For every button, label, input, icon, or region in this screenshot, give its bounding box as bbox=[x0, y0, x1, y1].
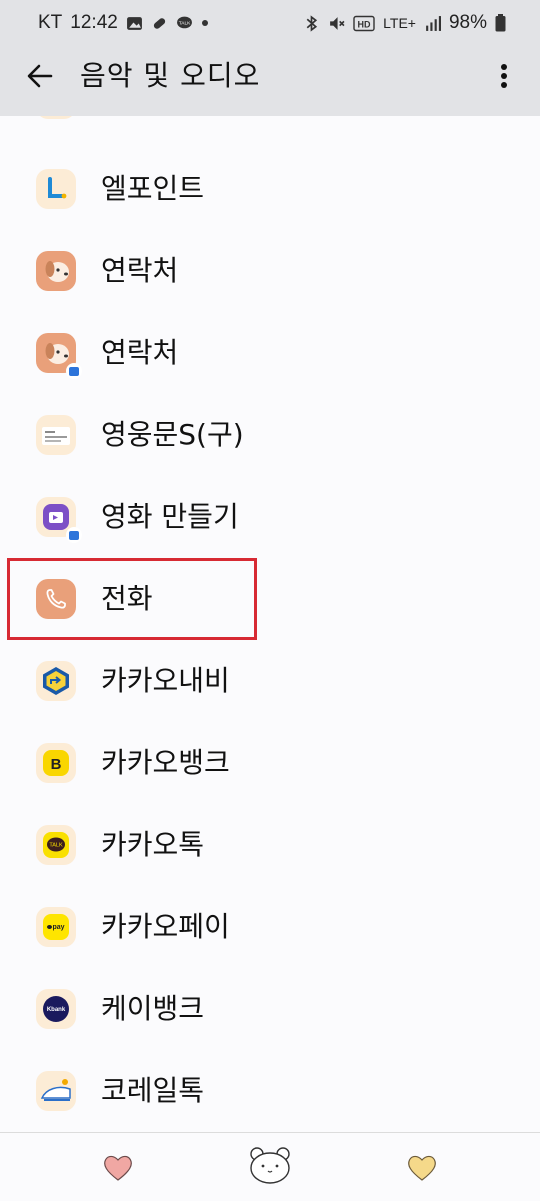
app-label: 카카오내비 bbox=[101, 664, 230, 697]
gallery-icon bbox=[126, 16, 142, 30]
list-item[interactable]: 연락처 bbox=[0, 230, 540, 312]
app-label: 영웅문S(구) bbox=[101, 418, 244, 451]
app-label: 케이뱅크 bbox=[101, 992, 205, 1025]
list-item[interactable]: Kbank 케이뱅크 bbox=[0, 968, 540, 1050]
page-title: 음악 및 오디오 bbox=[80, 59, 261, 92]
bottom-bar bbox=[0, 1132, 540, 1201]
list-item[interactable]: 엘포인트 bbox=[0, 148, 540, 230]
battery-icon bbox=[495, 14, 506, 32]
kbank-icon: Kbank bbox=[36, 989, 76, 1029]
svg-text:TALK: TALK bbox=[179, 20, 191, 26]
app-list[interactable]: 엘포인트 연락처 연락처 영웅문S(구) 영화 만들기 전화 카카오내비 B 카… bbox=[0, 116, 540, 1132]
list-item[interactable]: B 카카오뱅크 bbox=[0, 722, 540, 804]
app-label: 카카오뱅크 bbox=[101, 746, 230, 779]
app-label: 엘포인트 bbox=[101, 172, 205, 205]
pill-icon bbox=[153, 17, 165, 29]
list-item[interactable]: 영웅문S(구) bbox=[0, 394, 540, 476]
contacts-work-icon bbox=[36, 333, 82, 379]
signal-icon bbox=[426, 15, 441, 31]
mute-icon bbox=[330, 16, 345, 30]
list-item[interactable]: 연락처 bbox=[0, 312, 540, 394]
app-bar: 음악 및 오디오 bbox=[0, 44, 540, 116]
list-item[interactable]: pay 카카오페이 bbox=[0, 886, 540, 968]
list-item[interactable]: 영화 만들기 bbox=[0, 476, 540, 558]
kakaonavi-icon bbox=[36, 661, 76, 701]
dot-icon bbox=[201, 20, 208, 26]
korailtalk-icon bbox=[36, 1071, 76, 1111]
bluetooth-icon bbox=[306, 14, 318, 32]
more-options-button[interactable] bbox=[484, 56, 524, 96]
svg-text:Kbank: Kbank bbox=[47, 1007, 66, 1013]
app-label: 카카오페이 bbox=[101, 910, 230, 943]
app-icon bbox=[36, 116, 76, 119]
bear-face-icon[interactable] bbox=[248, 1145, 292, 1185]
youngwoongmun-icon bbox=[36, 415, 76, 455]
list-item[interactable]: 코레일톡 bbox=[0, 1050, 540, 1132]
app-label: 영화 만들기 bbox=[101, 500, 239, 533]
list-item[interactable] bbox=[0, 116, 540, 140]
status-bar: KT 12:42 TALK HD LTE+ 98% bbox=[0, 0, 540, 44]
work-badge-icon bbox=[66, 527, 82, 543]
battery-level: 98% bbox=[448, 12, 487, 33]
svg-text:HD: HD bbox=[358, 19, 371, 29]
kakaobank-icon: B bbox=[36, 743, 76, 783]
kakaotalk-icon: TALK bbox=[36, 825, 76, 865]
network-type: LTE+ bbox=[383, 15, 416, 31]
clock: 12:42 bbox=[70, 12, 118, 33]
kakaopay-icon: pay bbox=[36, 907, 76, 947]
work-badge-icon bbox=[66, 363, 82, 379]
heart-yellow-icon[interactable] bbox=[404, 1149, 440, 1185]
app-label: 코레일톡 bbox=[101, 1074, 205, 1107]
svg-text:pay: pay bbox=[52, 924, 64, 931]
hd-icon: HD bbox=[353, 15, 375, 31]
highlight-box bbox=[7, 558, 257, 640]
svg-text:B: B bbox=[51, 756, 62, 773]
movie-maker-work-icon bbox=[36, 497, 82, 543]
app-label: 카카오톡 bbox=[101, 828, 205, 861]
list-item[interactable]: TALK 카카오톡 bbox=[0, 804, 540, 886]
back-button[interactable] bbox=[22, 58, 58, 94]
contacts-icon bbox=[36, 251, 76, 291]
list-item[interactable]: 카카오내비 bbox=[0, 640, 540, 722]
more-vert-icon bbox=[501, 64, 507, 88]
svg-text:TALK: TALK bbox=[49, 843, 63, 849]
app-label: 연락처 bbox=[101, 336, 179, 369]
back-arrow-icon bbox=[27, 64, 53, 88]
lpoint-icon bbox=[36, 169, 76, 209]
heart-pink-icon[interactable] bbox=[100, 1149, 136, 1185]
carrier: KT bbox=[38, 12, 63, 33]
talk-icon: TALK bbox=[176, 16, 192, 28]
app-label: 연락처 bbox=[101, 254, 179, 287]
